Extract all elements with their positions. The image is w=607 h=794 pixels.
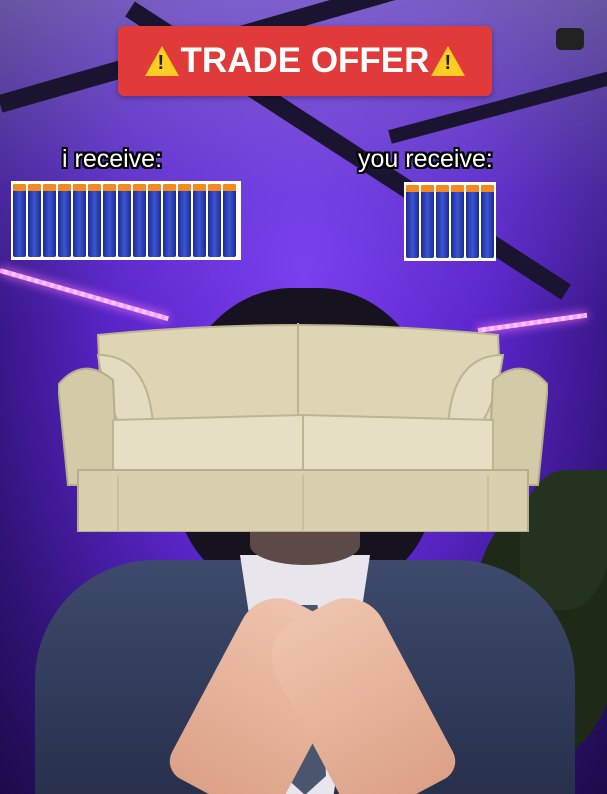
couch: [58, 323, 548, 532]
meme-scene: TRADE OFFER i receive: you receive:: [0, 0, 607, 794]
foam-dart: [148, 184, 161, 257]
foam-dart: [193, 184, 206, 257]
foam-dart: [13, 184, 26, 257]
you-receive-label: you receive:: [358, 145, 493, 173]
foam-dart: [466, 185, 479, 258]
warning-icon: [144, 46, 179, 76]
foam-dart: [163, 184, 176, 257]
foam-dart: [88, 184, 101, 257]
foam-dart: [451, 185, 464, 258]
foam-dart: [421, 185, 434, 258]
i-receive-label: i receive:: [62, 145, 163, 173]
warning-icon: [431, 46, 466, 76]
foam-dart: [208, 184, 221, 257]
foam-dart: [178, 184, 191, 257]
foam-dart: [223, 184, 236, 257]
foam-darts-left: [11, 181, 241, 260]
foam-dart: [43, 184, 56, 257]
foam-dart: [436, 185, 449, 258]
banner-title: TRADE OFFER: [180, 41, 430, 80]
foam-dart: [73, 184, 86, 257]
foam-dart: [481, 185, 494, 258]
foam-dart: [118, 184, 131, 257]
foam-dart: [28, 184, 41, 257]
ceiling-lamp: [556, 28, 584, 50]
foam-dart: [406, 185, 419, 258]
foam-dart: [58, 184, 71, 257]
foam-dart: [103, 184, 116, 257]
foam-dart: [133, 184, 146, 257]
foam-darts-right: [404, 182, 496, 261]
trade-offer-banner: TRADE OFFER: [118, 26, 492, 96]
